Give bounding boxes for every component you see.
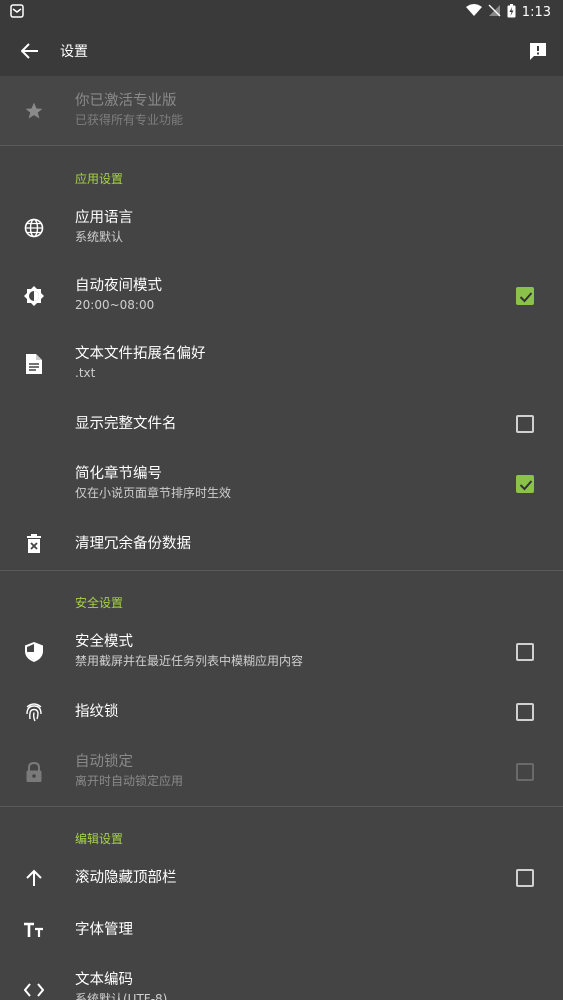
setting-full-filename[interactable]: 显示完整文件名 (0, 400, 563, 448)
setting-file-extension[interactable]: 文本文件拓展名偏好 .txt (0, 332, 563, 396)
back-button[interactable] (0, 25, 60, 76)
wifi-icon (465, 4, 482, 21)
pro-banner: 你已激活专业版 已获得所有专业功能 (0, 76, 563, 146)
setting-auto-night[interactable]: 自动夜间模式 20:00~08:00 (0, 264, 563, 328)
setting-font-management-title: 字体管理 (75, 922, 133, 938)
setting-file-extension-title: 文本文件拓展名偏好 (75, 346, 206, 362)
divider (0, 145, 563, 146)
setting-text-encoding-value: 系统默认(UTF-8) (75, 992, 168, 1000)
simplify-chapter-checkbox[interactable] (516, 475, 534, 493)
page-title: 设置 (60, 43, 88, 60)
setting-safe-mode-desc: 禁用截屏并在最近任务列表中模糊应用内容 (75, 654, 304, 668)
setting-hide-top-bar[interactable]: 滚动隐藏顶部栏 (0, 854, 563, 902)
setting-file-extension-value: .txt (75, 366, 96, 380)
file-icon (22, 352, 46, 376)
section-edit-settings: 编辑设置 (75, 832, 124, 846)
pro-title: 你已激活专业版 (75, 93, 177, 109)
delete-icon (22, 532, 46, 556)
status-bar: 1:13 (0, 0, 563, 25)
divider (0, 806, 563, 807)
setting-hide-top-bar-title: 滚动隐藏顶部栏 (75, 870, 177, 886)
setting-language[interactable]: 应用语言 系统默认 (0, 196, 563, 260)
setting-text-encoding[interactable]: 文本编码 系统默认(UTF-8) (0, 958, 563, 1000)
feedback-icon (530, 42, 546, 60)
setting-fingerprint-lock-title: 指纹锁 (75, 704, 119, 720)
shield-icon (22, 640, 46, 664)
setting-simplify-chapter[interactable]: 简化章节编号 仅在小说页面章节排序时生效 (0, 452, 563, 516)
feedback-button[interactable] (513, 25, 563, 76)
battery-icon (507, 3, 516, 22)
arrow-back-icon (21, 42, 38, 59)
setting-cleanup-backup-title: 清理冗余备份数据 (75, 536, 191, 552)
auto-lock-checkbox (516, 763, 534, 781)
setting-auto-night-title: 自动夜间模式 (75, 278, 162, 294)
setting-language-title: 应用语言 (75, 210, 133, 226)
setting-auto-lock-title: 自动锁定 (75, 754, 133, 770)
notification-icon (10, 3, 24, 22)
fingerprint-icon (22, 700, 46, 724)
text-fields-icon (22, 918, 46, 942)
star-icon (22, 99, 46, 123)
setting-auto-lock: 自动锁定 离开时自动锁定应用 (0, 740, 563, 804)
full-filename-checkbox[interactable] (516, 415, 534, 433)
globe-icon (22, 216, 46, 240)
setting-fingerprint-lock[interactable]: 指纹锁 (0, 688, 563, 736)
setting-full-filename-title: 显示完整文件名 (75, 416, 177, 432)
setting-cleanup-backup[interactable]: 清理冗余备份数据 (0, 520, 563, 568)
setting-simplify-chapter-title: 简化章节编号 (75, 466, 162, 482)
lock-icon (22, 760, 46, 784)
setting-safe-mode-title: 安全模式 (75, 634, 133, 650)
setting-auto-lock-desc: 离开时自动锁定应用 (75, 774, 184, 788)
setting-simplify-chapter-desc: 仅在小说页面章节排序时生效 (75, 486, 232, 500)
code-icon (22, 978, 46, 1000)
app-bar: 设置 (0, 25, 563, 76)
no-signal-icon (488, 4, 501, 21)
brightness-icon (22, 284, 46, 308)
divider (0, 570, 563, 571)
setting-auto-night-value: 20:00~08:00 (75, 298, 155, 312)
pro-subtitle: 已获得所有专业功能 (75, 113, 184, 127)
safe-mode-checkbox[interactable] (516, 643, 534, 661)
hide-top-bar-checkbox[interactable] (516, 869, 534, 887)
setting-language-value: 系统默认 (75, 230, 124, 244)
fingerprint-lock-checkbox[interactable] (516, 703, 534, 721)
section-security-settings: 安全设置 (75, 596, 124, 610)
arrow-up-icon (22, 866, 46, 890)
setting-font-management[interactable]: 字体管理 (0, 906, 563, 954)
section-app-settings: 应用设置 (75, 172, 124, 186)
status-time: 1:13 (521, 5, 551, 20)
setting-text-encoding-title: 文本编码 (75, 972, 133, 988)
auto-night-checkbox[interactable] (516, 287, 534, 305)
setting-safe-mode[interactable]: 安全模式 禁用截屏并在最近任务列表中模糊应用内容 (0, 620, 563, 684)
